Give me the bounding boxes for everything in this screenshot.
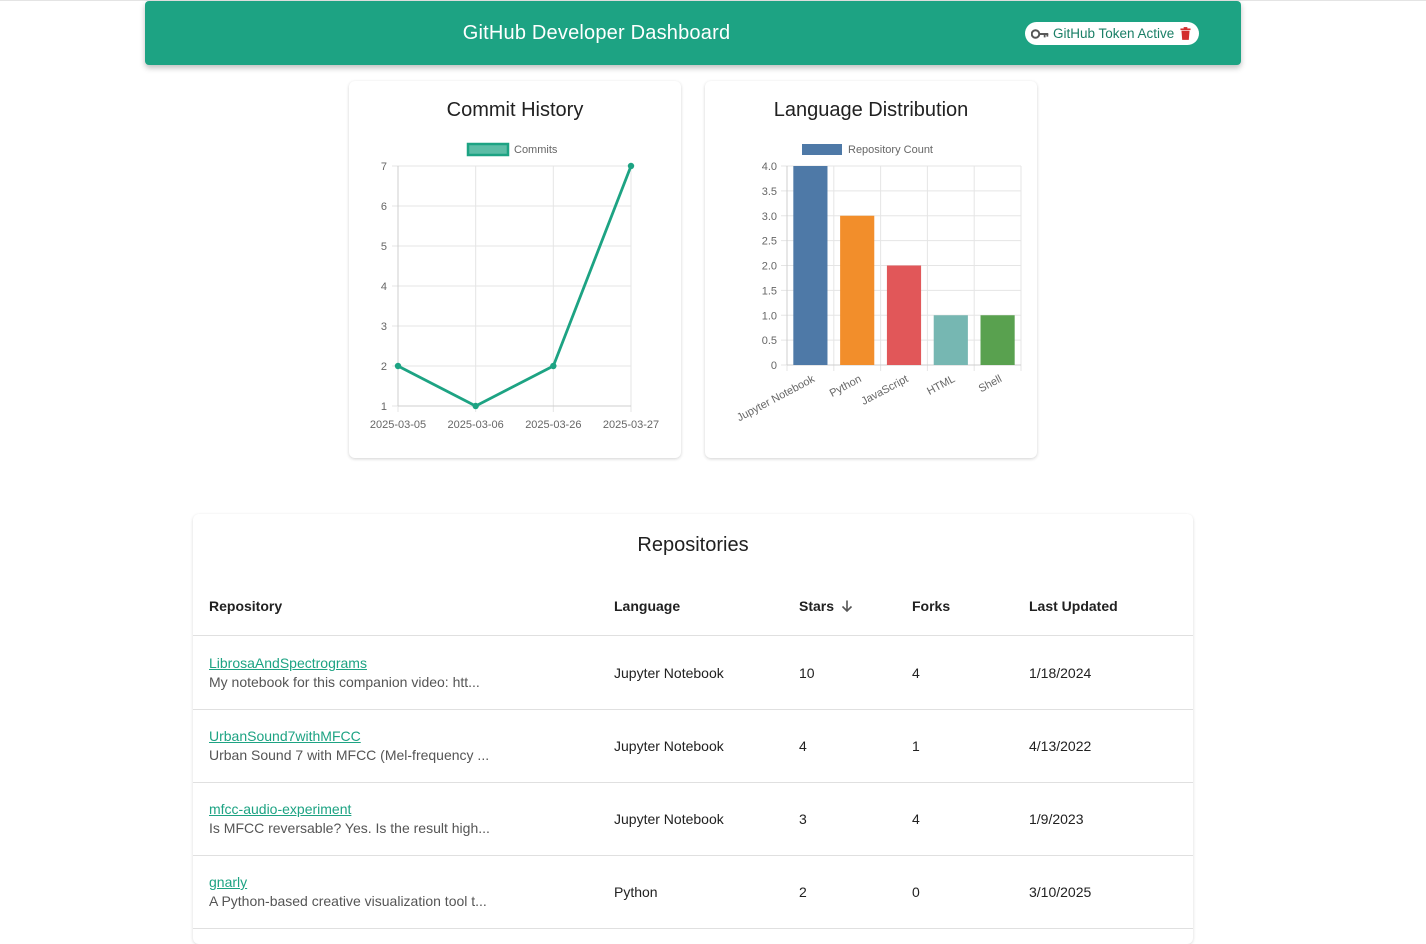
legend-swatch-commits <box>466 142 510 157</box>
y-tick-label: 4.0 <box>762 161 777 173</box>
repository-description: A Python-based creative visualization to… <box>209 893 487 909</box>
language-cell: Jupyter Notebook <box>614 810 724 827</box>
column-header-forks[interactable]: Forks <box>912 598 950 614</box>
repository-description: Is MFCC reversable? Yes. Is the result h… <box>209 820 490 836</box>
forks-cell: 4 <box>912 810 920 827</box>
y-tick-label: 3.5 <box>762 186 777 198</box>
y-tick-label: 5 <box>381 241 387 253</box>
stars-cell: 3 <box>799 810 807 827</box>
x-tick-label: 2025-03-26 <box>525 419 581 431</box>
data-point <box>550 362 557 370</box>
repository-cell: LibrosaAndSpectrograms My notebook for th… <box>209 654 589 692</box>
bar <box>980 315 1015 365</box>
x-tick-label: 2025-03-06 <box>448 419 504 431</box>
x-tick-label: 2025-03-05 <box>370 419 426 431</box>
column-header-language[interactable]: Language <box>614 598 680 614</box>
bar <box>933 315 968 365</box>
key-icon <box>1031 28 1049 39</box>
legend-swatch-repository-count <box>802 144 842 155</box>
y-tick-label: 0.5 <box>762 335 777 347</box>
column-header-repository-label: Repository <box>209 598 283 614</box>
x-tick-label: Python <box>828 373 864 400</box>
repository-cell: UrbanSound7withMFCC Urban Sound 7 with MF… <box>209 727 589 765</box>
last-updated-cell: 1/18/2024 <box>1029 664 1092 681</box>
column-header-repository[interactable]: Repository <box>209 598 282 614</box>
app-bar: GitHub Developer Dashboard GitHub Token … <box>145 1 1241 65</box>
sort-descending-icon[interactable] <box>840 599 854 613</box>
column-header-forks-label: Forks <box>912 598 951 614</box>
repository-description: Urban Sound 7 with MFCC (Mel-frequency .… <box>209 747 490 763</box>
x-tick-label: Jupyter Notebook <box>735 373 817 424</box>
language-cell: Jupyter Notebook <box>614 737 724 754</box>
last-updated-cell: 3/10/2025 <box>1029 883 1092 900</box>
data-point <box>627 162 635 170</box>
commit-history-card: Commit History Commits 1 2 3 4 5 6 7 2025-03-05 2… <box>349 81 681 458</box>
table-row: LibrosaAndSpectrograms My notebook for th… <box>193 636 1193 710</box>
y-tick-label: 7 <box>381 161 387 173</box>
y-tick-label: 1 <box>381 401 387 413</box>
stars-cell: 2 <box>799 883 807 900</box>
bar <box>840 215 875 365</box>
data-point <box>394 362 402 370</box>
x-tick-label: Shell <box>977 373 1004 395</box>
y-tick-label: 3 <box>381 321 387 333</box>
y-tick-label: 6 <box>381 201 387 213</box>
stars-cell: 10 <box>799 664 815 681</box>
table-row: mfcc-audio-experiment Is MFCC reversable?… <box>193 782 1193 856</box>
commit-history-chart: Commits 1 2 3 4 5 6 7 2025-03-05 2025-03-06 2025-0… <box>370 142 659 431</box>
forks-cell: 4 <box>912 664 920 681</box>
x-tick-label: HTML <box>925 373 957 398</box>
bar <box>793 166 828 365</box>
repository-description: My notebook for this companion video: ht… <box>209 674 480 690</box>
y-tick-label: 1.0 <box>762 310 777 322</box>
language-distribution-chart: Repository Count 0 0.5 1.0 1.5 2.0 2.5 3.0 3.5 4.… <box>735 144 1022 424</box>
legend-label-commits: Commits <box>514 144 558 156</box>
language-cell: Python <box>614 883 658 900</box>
table-row: gnarly A Python-based creative visualizat… <box>193 855 1193 929</box>
column-header-stars-label: Stars <box>799 598 835 614</box>
repository-link[interactable]: LibrosaAndSpectrograms <box>209 654 589 672</box>
column-header-last-updated[interactable]: Last Updated <box>1029 598 1118 614</box>
bar <box>886 265 922 365</box>
last-updated-cell: 4/13/2022 <box>1029 737 1092 754</box>
column-header-stars[interactable]: Stars <box>799 598 854 614</box>
y-tick-label: 2 <box>381 361 387 373</box>
table-row: UrbanSound7withMFCC Urban Sound 7 with MF… <box>193 709 1193 783</box>
repositories-card: Repositories Repository Language Stars F… <box>193 514 1193 944</box>
y-tick-label: 2.5 <box>762 236 777 248</box>
repositories-title: Repositories <box>637 534 749 556</box>
repository-link[interactable]: mfcc-audio-experiment <box>209 800 589 818</box>
y-tick-label: 2.0 <box>762 261 777 273</box>
repository-link[interactable]: UrbanSound7withMFCC <box>209 727 589 745</box>
delete-token-icon[interactable] <box>1180 27 1191 40</box>
forks-cell: 0 <box>912 883 920 900</box>
legend-label-repository-count: Repository Count <box>848 144 933 156</box>
language-distribution-card: Language Distribution Repository Count 0 0… <box>705 81 1037 458</box>
y-tick-label: 1.5 <box>762 285 777 297</box>
column-header-last-updated-label: Last Updated <box>1029 598 1118 614</box>
repository-cell: gnarly A Python-based creative visualizat… <box>209 873 589 911</box>
y-tick-label: 0 <box>771 360 777 372</box>
x-tick-label: JavaScript <box>859 373 910 408</box>
token-status-chip[interactable]: GitHub Token Active <box>1025 22 1200 45</box>
language-cell: Jupyter Notebook <box>614 664 724 681</box>
x-tick-label: 2025-03-27 <box>603 419 659 431</box>
data-point <box>472 402 479 410</box>
token-status-label: GitHub Token Active <box>1053 26 1175 41</box>
repository-cell: mfcc-audio-experiment Is MFCC reversable?… <box>209 800 589 838</box>
repository-link[interactable]: gnarly <box>209 873 589 891</box>
column-header-language-label: Language <box>614 598 681 614</box>
page-title: GitHub Developer Dashboard <box>462 22 731 44</box>
y-tick-label: 4 <box>381 281 387 293</box>
stars-cell: 4 <box>799 737 807 754</box>
last-updated-cell: 1/9/2023 <box>1029 810 1084 827</box>
forks-cell: 1 <box>912 737 920 754</box>
y-tick-label: 3.0 <box>762 211 777 223</box>
